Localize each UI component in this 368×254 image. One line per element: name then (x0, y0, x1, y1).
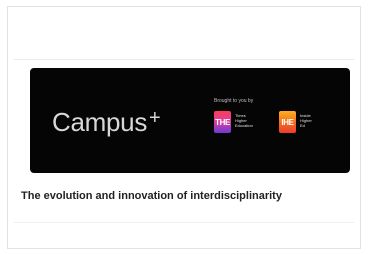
inside-higher-ed-logo-icon: IHE (279, 111, 296, 133)
brought-to-you-by-label: Brought to you by (214, 98, 254, 104)
campus-plus-logo: Campus + (52, 107, 161, 137)
article-title-link[interactable]: The evolution and innovation of interdis… (21, 190, 282, 203)
bottom-divider (14, 222, 354, 223)
top-divider (14, 59, 354, 60)
brand-name: Campus (52, 107, 148, 137)
the-logo-text: THE (215, 117, 230, 127)
times-higher-education-wordmark: Times Higher Education (235, 113, 253, 128)
ihe-name-line-3: Ed (300, 123, 305, 128)
campus-plus-banner[interactable]: Campus + Brought to you by THE Times High… (30, 68, 350, 173)
ihe-logo-text: IHE (281, 117, 294, 127)
inside-higher-ed-wordmark: Inside Higher Ed (300, 113, 312, 128)
the-name-line-3: Education (235, 123, 253, 128)
brand-superscript: + (149, 107, 161, 129)
times-higher-education-logo-icon: THE (214, 111, 231, 133)
